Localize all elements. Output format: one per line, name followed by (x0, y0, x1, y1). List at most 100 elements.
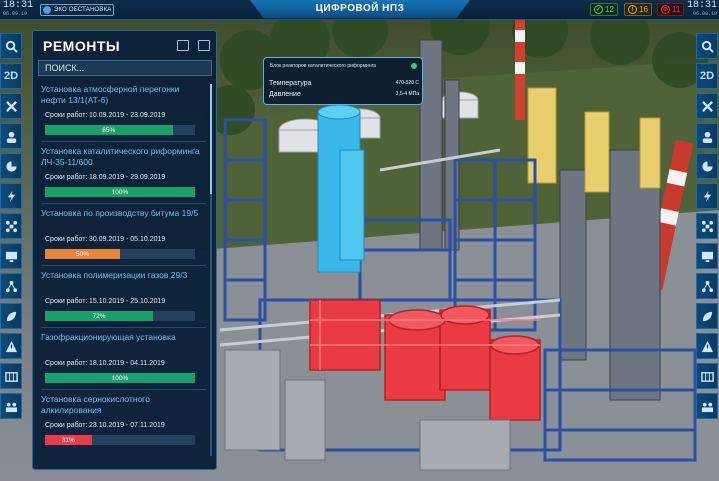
network-icon (5, 280, 17, 292)
repairs-list: Установка атмосферной перегонки нефти 13… (41, 84, 206, 464)
tools-icon (701, 100, 713, 112)
monitoring-button[interactable] (0, 243, 22, 269)
right-analytics-button[interactable] (696, 153, 718, 179)
progress-fill: 31% (45, 435, 92, 445)
status-warning-counter[interactable]: ! 16 (624, 3, 652, 16)
repair-card[interactable]: Установка атмосферной перегонки нефти 13… (41, 84, 206, 142)
status-alarm-counter[interactable]: ⊘ 11 (657, 3, 685, 16)
repair-card[interactable]: Установка по производству битума 19/5 Ср… (41, 208, 206, 266)
right-energy-button[interactable] (696, 183, 718, 209)
repair-dates: Сроки работ: 18.10.2019 - 04.11.2019 (45, 360, 165, 367)
left-toolbar: 2D (0, 33, 22, 481)
right-staff-button[interactable] (696, 393, 718, 419)
object-info-popup: Блок реакторов каталитического риформинг… (263, 57, 423, 105)
right-monitoring-button[interactable] (696, 243, 718, 269)
network-button[interactable] (0, 273, 22, 299)
progress-fill: 50% (45, 249, 120, 259)
popup-row-temperature: Температура 470-520 С (269, 80, 419, 87)
progress-bar: 50% (45, 249, 195, 259)
dates-label: Сроки работ: (45, 174, 88, 181)
right-network-button[interactable] (696, 273, 718, 299)
staff-button[interactable] (0, 393, 22, 419)
drones-button[interactable] (0, 213, 22, 239)
right-search-button[interactable] (696, 33, 718, 59)
lightning-icon (703, 190, 711, 202)
clock-right: 18:31 06.09.19 (687, 1, 717, 17)
right-toolbar: 2D (696, 33, 718, 481)
right-repairs-button[interactable] (696, 93, 718, 119)
dates-label: Сроки работ: (45, 360, 88, 367)
calendar-icon[interactable] (198, 40, 210, 51)
popup-title: Блок реакторов каталитического риформинг… (270, 63, 377, 69)
right-drones-button[interactable] (696, 213, 718, 239)
popup-row-pressure: Давление 3,5-4 МПа (269, 91, 419, 98)
repair-dates: Сроки работ: 23.10.2019 - 07.11.2019 (45, 422, 165, 429)
energy-button[interactable] (0, 183, 22, 209)
repairs-panel: РЕМОНТЫ Установка атмосферной перегонки … (32, 30, 217, 470)
repairs-button[interactable] (0, 93, 22, 119)
dates-value: 15.10.2019 - 25.10.2019 (89, 298, 166, 305)
search-icon (701, 40, 714, 53)
repair-card[interactable]: Установка сернокислотного алкилирования … (41, 394, 206, 452)
time-left: 18:31 (3, 0, 34, 11)
date-right: 06.09.19 (692, 11, 717, 17)
scrollbar[interactable] (210, 84, 212, 456)
ecology-button[interactable] (0, 303, 22, 329)
progress-label: 31% (61, 436, 75, 444)
monitor-icon (5, 251, 17, 262)
dates-value: 30.09.2019 - 05.10.2019 (89, 236, 166, 243)
dates-label: Сроки работ: (45, 422, 88, 429)
repair-card[interactable]: Установка каталитического риформинга ЛЧ-… (41, 146, 206, 204)
search-icon (5, 40, 18, 53)
clock-left: 18:31 06.09.19 (3, 1, 33, 17)
status-warning-count: 16 (639, 5, 648, 14)
status-ok-counter[interactable]: ✓ 12 (590, 3, 618, 16)
progress-bar: 100% (45, 373, 195, 383)
right-2d-view-button[interactable]: 2D (696, 63, 718, 89)
right-personnel-button[interactable] (696, 123, 718, 149)
pie-icon (701, 160, 713, 172)
right-ecology-button[interactable] (696, 303, 718, 329)
drone-icon (701, 220, 713, 232)
warning-triangle-icon (701, 340, 713, 352)
2d-view-button[interactable]: 2D (0, 63, 22, 89)
ok-icon: ✓ (594, 5, 603, 14)
right-map-button[interactable] (696, 363, 718, 389)
map-icon (700, 371, 714, 382)
drone-icon (5, 220, 17, 232)
eco-status-button[interactable]: ЭКО ОБСТАНОВКА (40, 4, 114, 16)
temperature-label: Температура (269, 80, 312, 87)
analytics-button[interactable] (0, 153, 22, 179)
repair-dates: Сроки работ: 30.09.2019 - 05.10.2019 (45, 236, 165, 243)
repair-name: Установка полимеризации газов 29/3 (41, 270, 188, 280)
status-indicator-icon (411, 63, 417, 69)
warning-triangle-icon (5, 340, 17, 352)
scrollbar-thumb[interactable] (210, 84, 212, 194)
dates-label: Сроки работ: (45, 112, 88, 119)
worker-icon (702, 131, 712, 143)
progress-bar: 72% (45, 311, 195, 321)
grid-icon[interactable] (177, 40, 189, 51)
eco-status-label: ЭКО ОБСТАНОВКА (54, 7, 112, 13)
map-icon (4, 371, 18, 382)
search-button[interactable] (0, 33, 22, 59)
map-button[interactable] (0, 363, 22, 389)
date-left: 06.09.19 (3, 11, 28, 17)
alarm-icon: ⊘ (661, 5, 670, 14)
search-input[interactable] (38, 60, 212, 76)
repair-card[interactable]: Установка полимеризации газов 29/3 Сроки… (41, 270, 206, 328)
alerts-button[interactable] (0, 333, 22, 359)
status-alarm-count: 11 (672, 5, 681, 14)
dates-label: Сроки работ: (45, 236, 88, 243)
progress-label: 100% (111, 374, 129, 382)
personnel-button[interactable] (0, 123, 22, 149)
progress-label: 50% (75, 250, 89, 258)
pie-icon (5, 160, 17, 172)
warning-icon: ! (628, 5, 637, 14)
progress-fill: 85% (45, 125, 173, 135)
repair-name: Установка каталитического риформинга ЛЧ-… (41, 146, 200, 167)
dates-value: 18.09.2019 - 29.09.2019 (89, 174, 166, 181)
right-alerts-button[interactable] (696, 333, 718, 359)
people-icon (701, 402, 713, 412)
repair-card[interactable]: Газофракционирующая установка Сроки рабо… (41, 332, 206, 390)
